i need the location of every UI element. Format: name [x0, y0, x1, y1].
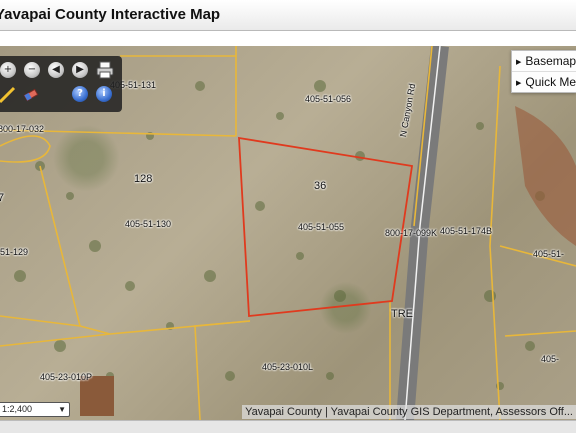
caret-right-icon: ▶ — [516, 80, 522, 87]
scale-select[interactable]: 1:2,400 ▼ — [0, 402, 70, 417]
caret-right-icon: ▶ — [516, 59, 522, 66]
scale-value: 1:2,400 — [2, 404, 33, 414]
zoom-in-button[interactable]: + — [0, 62, 16, 78]
parcel-label-405-51-130: 405-51-130 — [125, 219, 172, 229]
chevron-down-icon: ▼ — [58, 405, 66, 414]
help-button[interactable]: ? — [72, 86, 88, 102]
parcel-label-405-51-174b: 405-51-174B — [440, 226, 493, 236]
parcel-label-tre: TRE — [391, 308, 413, 320]
next-extent-button[interactable]: ▶ — [72, 62, 88, 78]
parcel-label-405-partial: 405- — [541, 354, 560, 364]
parcel-label-800-17-032: 800-17-032 — [0, 124, 45, 134]
parcel-label-405-23-010l: 405-23-010L — [262, 362, 314, 372]
info-button[interactable]: i — [96, 86, 112, 102]
basemap-panel: ▶Basemaps ▶Quick Menu — [511, 50, 576, 93]
basemaps-label: Basemaps — [525, 54, 576, 68]
basemaps-menu-item[interactable]: ▶Basemaps — [512, 51, 576, 72]
measure-ruler-icon[interactable] — [0, 86, 16, 104]
quick-menu-label: Quick Menu — [525, 75, 576, 89]
previous-extent-button[interactable]: ◀ — [48, 62, 64, 78]
parcel-label-405-51-partial: 405-51- — [533, 249, 565, 259]
parcel-label-405-51-055: 405-51-055 — [298, 222, 345, 232]
map-toolbar: + − ◀ ▶ ? i — [0, 56, 122, 112]
title-bar: Yavapai County Interactive Map — [0, 0, 576, 31]
quick-menu-item[interactable]: ▶Quick Menu — [512, 72, 576, 92]
map-attribution: Yavapai County | Yavapai County GIS Depa… — [242, 405, 576, 419]
printer-icon[interactable] — [96, 61, 114, 79]
parcel-label-405-51-129: 405-51-129 — [0, 247, 29, 257]
parcel-label-7: 7 — [0, 192, 5, 204]
eraser-icon[interactable] — [22, 86, 40, 104]
bottom-bar — [0, 420, 576, 433]
zoom-out-button[interactable]: − — [24, 62, 40, 78]
parcel-label-405-23-010p: 405-23-010P — [40, 372, 93, 382]
parcel-label-128: 128 — [134, 173, 153, 185]
parcel-label-36: 36 — [314, 180, 327, 192]
parcel-label-405-51-056: 405-51-056 — [305, 94, 352, 104]
parcel-label-800-17-099k: 800-17-099K — [385, 228, 438, 238]
app-title: Yavapai County Interactive Map — [0, 6, 221, 23]
red-soil-patch — [515, 106, 576, 246]
building-roof — [80, 376, 114, 416]
